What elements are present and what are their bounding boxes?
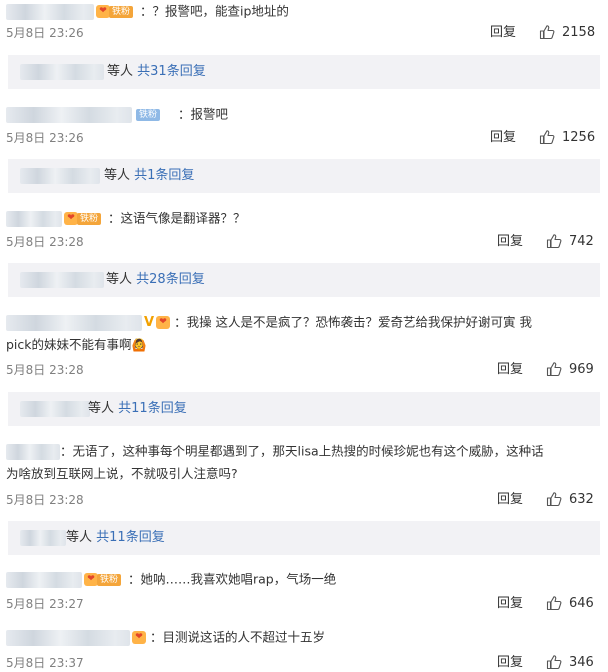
comment-time: 5月8日 23:37 [6, 656, 84, 670]
thumbs-up-icon[interactable] [546, 233, 562, 249]
username-blurred[interactable] [6, 106, 132, 123]
sub-reply-label: 等人 [106, 272, 133, 287]
fan-heart-icon: ❤ [64, 212, 78, 225]
sub-reply-label: 等人 [88, 401, 115, 416]
sub-reply-label: 等人 [107, 64, 134, 79]
fan-heart-icon: ❤ [132, 631, 146, 644]
like-count: 742 [569, 234, 594, 249]
thumbs-up-icon[interactable] [539, 24, 555, 40]
facepalm-emoji: 🙆 [131, 338, 147, 352]
comment-time: 5月8日 23:27 [6, 597, 84, 611]
fan-badge: 铁粉 [134, 107, 178, 122]
comment-text: ：报警吧 [178, 106, 229, 122]
comment-text: ：她呐……我喜欢她唱rap，气场一绝 [128, 571, 337, 587]
sub-reply-label: 等人 [66, 530, 93, 545]
like-count: 646 [569, 596, 594, 611]
username-blurred[interactable] [20, 530, 66, 546]
username-blurred[interactable] [6, 443, 60, 460]
thumbs-up-icon[interactable] [546, 654, 562, 670]
comment-time: 5月8日 23:26 [6, 26, 84, 40]
comment-time: 5月8日 23:26 [6, 131, 84, 145]
comment-text: ：目测说这话的人不超过十五岁 [150, 629, 326, 645]
reply-button[interactable]: 回复 [497, 491, 523, 509]
sub-reply-bar[interactable]: 等人 共11条回复 [8, 521, 600, 555]
username-blurred[interactable] [20, 272, 104, 288]
reply-button[interactable]: 回复 [497, 233, 523, 251]
comment-text: ：这语气像是翻译器？？ [108, 210, 246, 226]
comment-text: ：我操 这人是不是疯了？恐怖袭击？爱奇艺给我保护好谢可寅 我 [174, 314, 533, 330]
sub-reply-bar[interactable]: 等人 共28条回复 [8, 263, 600, 297]
fan-badge: ❤ 铁粉 [64, 211, 108, 226]
reply-button[interactable]: 回复 [497, 361, 523, 379]
sub-reply-bar[interactable]: 等人 共31条回复 [8, 55, 600, 89]
fan-heart-icon: ❤ [96, 5, 110, 18]
comment-text: ：无语了，这种事每个明星都遇到了，那天lisa上热搜的时候珍妮也有这个威胁，这种… [60, 443, 544, 459]
reply-button[interactable]: 回复 [497, 595, 523, 613]
username-blurred[interactable] [6, 314, 142, 331]
reply-button[interactable]: 回复 [490, 129, 516, 147]
fan-heart-icon: ❤ [84, 573, 98, 586]
username-blurred[interactable] [6, 210, 62, 227]
comment-text: ：？报警吧，能查ip地址的 [140, 3, 289, 19]
username-blurred[interactable] [20, 168, 100, 184]
fan-badge: ❤ 铁粉 [96, 4, 140, 19]
username-blurred[interactable] [20, 401, 90, 417]
sub-reply-bar[interactable]: 等人 共11条回复 [8, 392, 600, 426]
fan-badge: ❤ [132, 630, 150, 645]
like-count: 632 [569, 492, 594, 507]
like-count: 2158 [562, 25, 596, 40]
like-count: 1256 [562, 130, 596, 145]
view-replies-link[interactable]: 共11条回复 [96, 530, 165, 545]
view-replies-link[interactable]: 共11条回复 [118, 401, 187, 416]
comment-text-line2: 为啥放到互联网上说，不就吸引人注意吗? [6, 465, 238, 481]
comment-text-line2: pick的妹妹不能有事啊 [6, 336, 132, 352]
username-blurred[interactable] [6, 571, 82, 588]
like-count: 346 [569, 655, 594, 670]
comment-time: 5月8日 23:28 [6, 493, 84, 507]
view-replies-link[interactable]: 共1条回复 [134, 168, 194, 183]
thumbs-up-icon[interactable] [546, 491, 562, 507]
thumbs-up-icon[interactable] [546, 595, 562, 611]
view-replies-link[interactable]: 共28条回复 [136, 272, 205, 287]
fan-badge: ❤ 铁粉 [84, 572, 128, 587]
username-blurred[interactable] [20, 64, 104, 80]
like-count: 969 [569, 362, 594, 377]
fan-badge: ❤ [156, 315, 174, 330]
thumbs-up-icon[interactable] [539, 129, 555, 145]
fan-heart-icon: ❤ [156, 316, 171, 329]
sub-reply-label: 等人 [104, 168, 131, 183]
username-blurred[interactable] [6, 629, 130, 646]
view-replies-link[interactable]: 共31条回复 [137, 64, 206, 79]
reply-button[interactable]: 回复 [490, 24, 516, 42]
comment-time: 5月8日 23:28 [6, 235, 84, 249]
comment-time: 5月8日 23:28 [6, 363, 84, 377]
verified-v-icon: V [144, 314, 155, 330]
reply-button[interactable]: 回复 [497, 654, 523, 672]
username-blurred[interactable] [6, 3, 94, 20]
thumbs-up-icon[interactable] [546, 361, 562, 377]
sub-reply-bar[interactable]: 等人 共1条回复 [8, 159, 600, 193]
